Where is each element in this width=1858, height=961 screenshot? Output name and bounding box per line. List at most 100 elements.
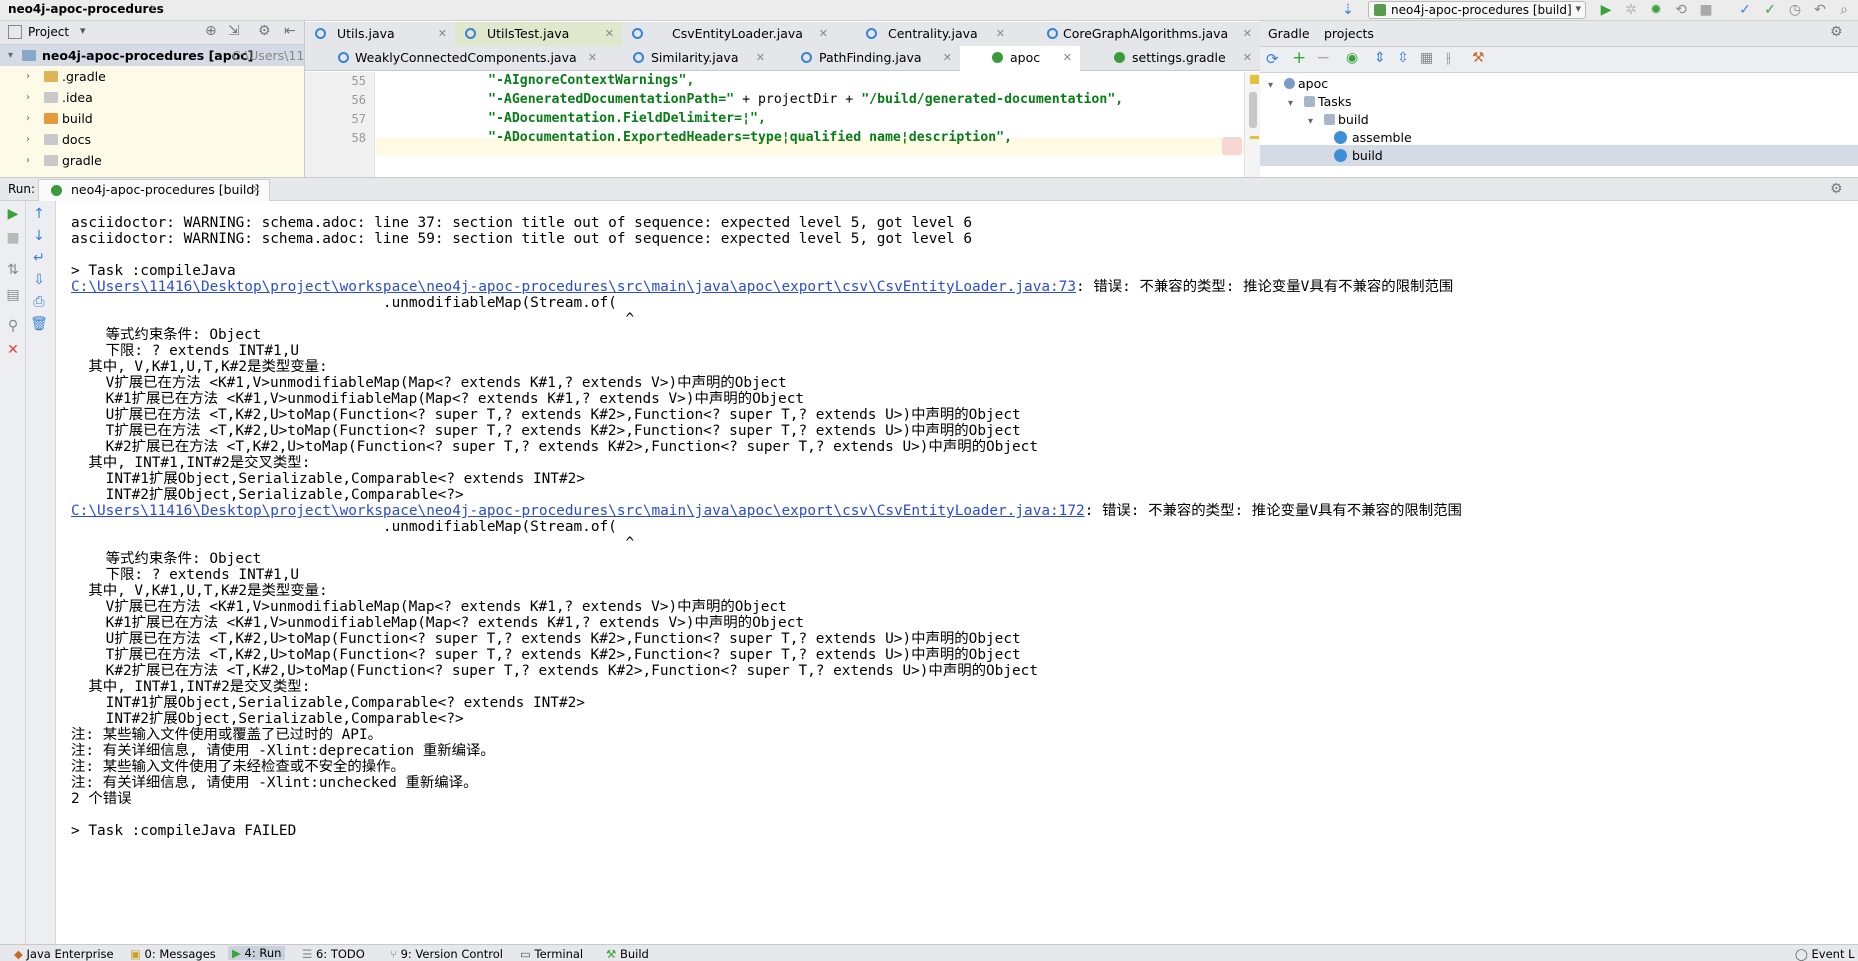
gradle-node-apoc[interactable]: ▾ apoc bbox=[1268, 73, 1328, 94]
search-everywhere-icon[interactable]: ⌕ bbox=[1836, 2, 1852, 18]
trash-icon[interactable]: 🗑 bbox=[30, 315, 48, 333]
tree-root[interactable]: ▾ neo4j-apoc-procedures [apoc] C:\Users\… bbox=[0, 45, 304, 66]
debug-icon[interactable]: ✲ bbox=[1623, 2, 1639, 18]
tool-version-control[interactable]: ⑂ 9: Version Control bbox=[390, 947, 503, 961]
tool-build[interactable]: ⚒ Build bbox=[606, 947, 649, 961]
add-icon[interactable]: + bbox=[1292, 48, 1306, 68]
build-project-icon[interactable]: ⇣ bbox=[1340, 2, 1356, 18]
tree-item-gradle[interactable]: › .gradle bbox=[0, 66, 304, 87]
console-output[interactable]: asciidoctor: WARNING: schema.adoc: line … bbox=[56, 201, 1858, 944]
stop-icon[interactable]: ■ bbox=[4, 229, 22, 247]
offline-mode-icon[interactable]: ⫲ bbox=[1446, 50, 1451, 66]
tool-event-log[interactable]: ◯ Event L bbox=[1795, 947, 1855, 961]
code-editor[interactable]: "-AIgnoreContextWarnings", "-AGeneratedD… bbox=[376, 72, 1244, 177]
execute-task-icon[interactable]: ◉ bbox=[1346, 50, 1358, 66]
remove-icon[interactable]: − bbox=[1316, 48, 1330, 68]
tab-csventityloader-java[interactable]: CsvEntityLoader.java ✕ bbox=[622, 22, 837, 47]
java-class-icon bbox=[338, 52, 349, 63]
close-icon[interactable]: ✕ bbox=[1243, 22, 1252, 45]
close-icon[interactable]: ✕ bbox=[588, 46, 597, 69]
gradle-task-build[interactable]: build bbox=[1260, 145, 1858, 166]
toggle-tree-icon[interactable]: ⇅ bbox=[4, 261, 22, 279]
pin-icon[interactable]: ⚲ bbox=[4, 317, 22, 335]
tab-apoc[interactable]: apoc ✕ bbox=[960, 46, 1081, 71]
layout-icon[interactable]: ▤ bbox=[4, 286, 22, 304]
tab-weaklyconnectedcomponents-java[interactable]: WeaklyConnectedComponents.java ✕ bbox=[305, 46, 606, 71]
close-icon[interactable]: ✕ bbox=[438, 22, 447, 45]
refresh-icon[interactable]: ⟳ bbox=[1266, 50, 1279, 68]
close-icon[interactable]: ✕ bbox=[252, 180, 261, 200]
error-file-link[interactable]: C:\Users\11416\Desktop\project\workspace… bbox=[71, 503, 1085, 519]
run-tab-build[interactable]: neo4j-apoc-procedures [build] ✕ bbox=[38, 179, 270, 201]
tab-settings-gradle[interactable]: settings.gradle ✕ bbox=[1080, 46, 1261, 71]
tab-centrality-java[interactable]: Centrality.java ✕ bbox=[836, 22, 1014, 47]
tool-run[interactable]: ▶ 4: Run bbox=[228, 946, 286, 960]
nav-project-name[interactable]: neo4j-apoc-procedures bbox=[8, 2, 164, 16]
tree-item-label: gradle bbox=[62, 153, 102, 168]
collapse-all-icon[interactable]: ⇳ bbox=[1397, 50, 1409, 66]
close-icon[interactable]: ✕ bbox=[4, 341, 22, 359]
group-modules-icon[interactable]: ▦ bbox=[1420, 50, 1433, 66]
tree-item-gradle-dir[interactable]: › gradle bbox=[0, 150, 304, 171]
close-icon[interactable]: ✕ bbox=[605, 22, 614, 45]
arrow-down-icon[interactable]: ↓ bbox=[30, 227, 48, 245]
gradle-settings-icon[interactable]: ⚒ bbox=[1472, 50, 1485, 66]
tool-java-enterprise[interactable]: ◆ Java Enterprise bbox=[14, 947, 114, 961]
tree-item-build[interactable]: › build bbox=[0, 108, 304, 129]
tree-item-idea[interactable]: › .idea bbox=[0, 87, 304, 108]
tab-gradle[interactable]: Gradle bbox=[1268, 26, 1310, 41]
close-icon[interactable]: ✕ bbox=[819, 22, 828, 45]
tab-similarity-java[interactable]: Similarity.java ✕ bbox=[605, 46, 774, 71]
tab-coregraphalgorithms-java[interactable]: CoreGraphAlgorithms.java ✕ bbox=[1013, 22, 1261, 47]
error-file-link[interactable]: C:\Users\11416\Desktop\project\workspace… bbox=[71, 279, 1076, 295]
stop-icon[interactable]: ■ bbox=[1698, 2, 1714, 18]
close-icon[interactable]: ✕ bbox=[943, 46, 952, 69]
close-icon[interactable]: ✕ bbox=[1243, 46, 1252, 69]
print-icon[interactable]: ⎙ bbox=[30, 293, 48, 311]
tree-item-docs[interactable]: › docs bbox=[0, 129, 304, 150]
tab-pathfinding-java[interactable]: PathFinding.java ✕ bbox=[773, 46, 961, 71]
run-toolbar-primary: ▶ ■ ⇅ ▤ ⚲ ✕ bbox=[0, 201, 26, 944]
gradle-node-tasks[interactable]: ▾ Tasks bbox=[1288, 91, 1352, 112]
close-icon[interactable]: ✕ bbox=[1063, 46, 1072, 69]
gear-icon[interactable]: ⚙ bbox=[258, 23, 271, 39]
tab-projects[interactable]: projects bbox=[1324, 26, 1374, 41]
run-configuration-select[interactable]: neo4j-apoc-procedures [build] ▾ bbox=[1368, 1, 1586, 19]
gear-icon[interactable]: ⚙ bbox=[1830, 181, 1843, 197]
tab-utilstest-java[interactable]: UtilsTest.java ✕ bbox=[455, 22, 623, 47]
close-icon[interactable]: ✕ bbox=[996, 22, 1005, 45]
coverage-icon[interactable]: ✹ bbox=[1648, 2, 1664, 18]
vcs-history-icon[interactable]: ◷ bbox=[1787, 2, 1803, 18]
soft-wrap-icon[interactable]: ↵ bbox=[30, 249, 48, 267]
locate-file-icon[interactable]: ⊕ bbox=[205, 23, 217, 39]
chevron-down-icon: ▾ bbox=[1308, 116, 1314, 127]
vcs-revert-icon[interactable]: ↶ bbox=[1812, 2, 1828, 18]
tool-messages[interactable]: ▣ 0: Messages bbox=[130, 947, 216, 961]
tool-terminal[interactable]: ▭ Terminal bbox=[520, 947, 583, 961]
warning-marker-icon[interactable] bbox=[1250, 136, 1259, 139]
close-icon[interactable]: ✕ bbox=[756, 46, 765, 69]
profile-icon[interactable]: ⟲ bbox=[1673, 2, 1689, 18]
project-view-selector[interactable]: Project bbox=[28, 25, 69, 39]
tab-label: Utils.java bbox=[337, 26, 395, 41]
gear-icon[interactable]: ⚙ bbox=[1830, 24, 1843, 40]
tool-todo[interactable]: ☰ 6: TODO bbox=[302, 947, 365, 961]
hide-panel-icon[interactable]: ⇤ bbox=[284, 23, 296, 39]
run-icon: ▶ bbox=[232, 946, 241, 960]
console-line: 2 个错误 bbox=[71, 791, 132, 807]
vcs-commit-icon[interactable]: ✓ bbox=[1762, 2, 1778, 18]
vcs-update-icon[interactable]: ✓ bbox=[1737, 2, 1753, 18]
warning-marker-icon[interactable] bbox=[1250, 75, 1259, 84]
gradle-node-build-group[interactable]: ▾ build bbox=[1308, 109, 1369, 130]
scroll-to-end-icon[interactable]: ⇩ bbox=[30, 271, 48, 289]
editor-gutter: 55 56 57 58 bbox=[305, 72, 375, 177]
collapse-all-icon[interactable]: ⇲ bbox=[228, 23, 240, 39]
tab-utils-java[interactable]: Utils.java ✕ bbox=[305, 22, 456, 47]
expand-all-icon[interactable]: ⇕ bbox=[1374, 50, 1386, 66]
rerun-icon[interactable]: ▶ bbox=[4, 205, 22, 223]
scroll-thumb[interactable] bbox=[1249, 92, 1257, 128]
run-icon[interactable]: ▶ bbox=[1598, 2, 1614, 18]
editor-scrollbar[interactable] bbox=[1244, 72, 1260, 177]
line-number: 56 bbox=[351, 93, 366, 107]
arrow-up-icon[interactable]: ↑ bbox=[30, 205, 48, 223]
